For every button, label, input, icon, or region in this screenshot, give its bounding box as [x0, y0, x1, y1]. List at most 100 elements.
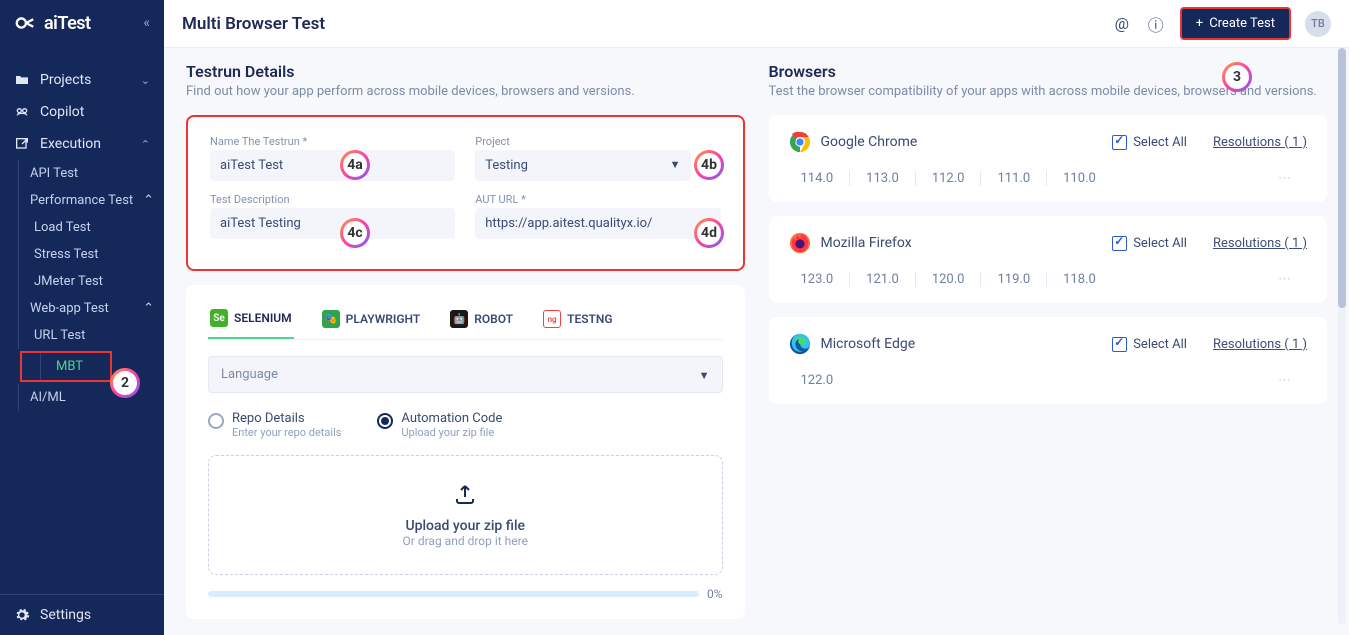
description-input[interactable] — [210, 208, 455, 239]
framework-tabs: SeSELENIUM 🎭 PLAYWRIGHT 🤖ROBOT ngTESTNG — [208, 303, 723, 340]
info-icon[interactable]: ⓘ — [1146, 14, 1166, 34]
annotation-4a: 4a — [340, 150, 370, 180]
sidebar-sub-url-test[interactable]: URL Test — [0, 322, 164, 349]
more-icon[interactable]: ⋯ — [1262, 272, 1307, 287]
name-input[interactable] — [210, 150, 455, 181]
logo-row: aiTest « — [0, 0, 164, 46]
select-all-checkbox[interactable]: Select All — [1112, 236, 1187, 251]
browser-card: Mozilla FirefoxSelect AllResolutions ( 1… — [769, 216, 1328, 303]
language-select[interactable]: Language ▼ — [208, 356, 723, 393]
sidebar-label: Execution — [40, 136, 101, 152]
browser-head: Microsoft EdgeSelect AllResolutions ( 1 … — [789, 333, 1308, 355]
version-chip[interactable]: 118.0 — [1046, 272, 1112, 287]
radio-repo-details[interactable]: Repo DetailsEnter your repo details — [208, 411, 341, 439]
header-right: @ ⓘ + Create Test TB — [1112, 7, 1331, 40]
field-project: Project Testing ▼ + — [475, 135, 720, 181]
collapse-icon[interactable]: « — [143, 15, 150, 31]
sidebar-label: Copilot — [40, 104, 84, 120]
version-chip[interactable]: 113.0 — [849, 171, 915, 186]
sidebar-item-projects[interactable]: Projects ⌄ — [0, 64, 164, 96]
progress-text: 0% — [707, 587, 723, 601]
browsers-column: Browsers Test the browser compatibility … — [769, 62, 1328, 621]
radio-label: Repo Details — [232, 411, 341, 426]
browser-card: Google ChromeSelect AllResolutions ( 1 )… — [769, 115, 1328, 202]
version-chip[interactable]: 120.0 — [915, 272, 981, 287]
browsers-list: Google ChromeSelect AllResolutions ( 1 )… — [769, 115, 1328, 404]
select-all-checkbox[interactable]: Select All — [1112, 135, 1187, 150]
radio-icon — [377, 413, 393, 429]
sidebar-label: Projects — [40, 72, 91, 88]
nav: Projects ⌄ Copilot Execution ⌃ API Test … — [0, 64, 164, 594]
sidebar-sub-label: URL Test — [34, 328, 85, 343]
version-chip[interactable]: 123.0 — [789, 272, 850, 287]
sidebar-sub-api-test[interactable]: API Test — [0, 160, 164, 187]
version-chip[interactable]: 119.0 — [980, 272, 1046, 287]
version-chip[interactable]: 111.0 — [980, 171, 1046, 186]
playwright-icon: 🎭 — [322, 310, 340, 328]
resolutions-link[interactable]: Resolutions ( 1 ) — [1213, 135, 1307, 150]
create-test-button[interactable]: + Create Test — [1180, 7, 1291, 40]
scrollbar[interactable] — [1338, 48, 1346, 625]
testng-icon: ng — [543, 310, 561, 328]
sidebar-item-copilot[interactable]: Copilot — [0, 96, 164, 128]
page-title: Multi Browser Test — [182, 14, 325, 34]
tab-playwright[interactable]: 🎭 PLAYWRIGHT — [320, 303, 423, 339]
radio-sub: Enter your repo details — [232, 426, 341, 439]
at-icon[interactable]: @ — [1112, 14, 1132, 34]
source-radios: Repo DetailsEnter your repo details Auto… — [208, 411, 723, 439]
sidebar-sub-load-test[interactable]: Load Test — [0, 214, 164, 241]
version-row: 122.0 ⋯ — [789, 373, 1308, 388]
browser-head: Google ChromeSelect AllResolutions ( 1 ) — [789, 131, 1308, 153]
aut-url-input[interactable] — [475, 208, 720, 239]
checkbox-icon — [1112, 337, 1127, 352]
tab-label: PLAYWRIGHT — [346, 312, 421, 326]
version-chip[interactable]: 110.0 — [1046, 171, 1112, 186]
sidebar-sub-jmeter-test[interactable]: JMeter Test — [0, 268, 164, 295]
more-icon[interactable]: ⋯ — [1262, 373, 1307, 388]
browser-card: Microsoft EdgeSelect AllResolutions ( 1 … — [769, 317, 1328, 404]
field-description: Test Description — [210, 193, 455, 239]
resolutions-link[interactable]: Resolutions ( 1 ) — [1213, 236, 1307, 251]
checkbox-icon — [1112, 236, 1127, 251]
logo-text: aiTest — [44, 13, 91, 34]
language-placeholder: Language — [221, 367, 278, 382]
sidebar-item-settings[interactable]: Settings — [0, 594, 164, 635]
version-chip[interactable]: 121.0 — [849, 272, 915, 287]
tab-robot[interactable]: 🤖ROBOT — [448, 303, 515, 339]
project-select[interactable]: Testing — [475, 150, 690, 181]
resolutions-link[interactable]: Resolutions ( 1 ) — [1213, 337, 1307, 352]
chevron-down-icon: ⌄ — [141, 74, 150, 87]
tab-label: ROBOT — [474, 312, 513, 326]
testrun-column: Testrun Details Find out how your app pe… — [186, 62, 745, 621]
radio-automation-code[interactable]: Automation CodeUpload your zip file — [377, 411, 502, 439]
sidebar-sub-mbt[interactable]: MBT — [20, 351, 112, 382]
avatar[interactable]: TB — [1305, 11, 1331, 37]
tab-testng[interactable]: ngTESTNG — [541, 303, 615, 339]
settings-label: Settings — [40, 607, 91, 623]
sidebar-sub-aiml[interactable]: AI/ML — [0, 384, 164, 411]
radio-icon — [208, 413, 224, 429]
version-chip[interactable]: 114.0 — [789, 171, 850, 186]
version-chip[interactable]: 112.0 — [915, 171, 981, 186]
sidebar-sub-webapp-test[interactable]: Web-app Test⌃ — [0, 295, 164, 322]
upload-dropzone[interactable]: Upload your zip file Or drag and drop it… — [208, 455, 723, 575]
radio-label: Automation Code — [401, 411, 502, 426]
gear-icon — [14, 607, 30, 623]
version-chip[interactable]: 122.0 — [789, 373, 850, 388]
sidebar-sub-label: Web-app Test — [30, 301, 109, 316]
scrollbar-thumb[interactable] — [1338, 48, 1346, 308]
tab-selenium[interactable]: SeSELENIUM — [208, 303, 294, 339]
sidebar-sub-stress-test[interactable]: Stress Test — [0, 241, 164, 268]
field-name: Name The Testrun * — [210, 135, 455, 181]
upload-progress: 0% — [208, 587, 723, 601]
select-all-checkbox[interactable]: Select All — [1112, 337, 1187, 352]
sidebar-sub-label: Performance Test — [30, 193, 133, 208]
radio-sub: Upload your zip file — [401, 426, 502, 439]
version-row: 114.0113.0112.0111.0110.0 ⋯ — [789, 171, 1308, 186]
sidebar-item-execution[interactable]: Execution ⌃ — [0, 128, 164, 160]
annotation-4d: 4d — [694, 218, 724, 248]
more-icon[interactable]: ⋯ — [1262, 171, 1307, 186]
sidebar: aiTest « Projects ⌄ Copilot Execution ⌃ … — [0, 0, 164, 635]
annotation-2: 2 — [110, 368, 140, 398]
sidebar-sub-performance-test[interactable]: Performance Test⌃ — [0, 187, 164, 214]
